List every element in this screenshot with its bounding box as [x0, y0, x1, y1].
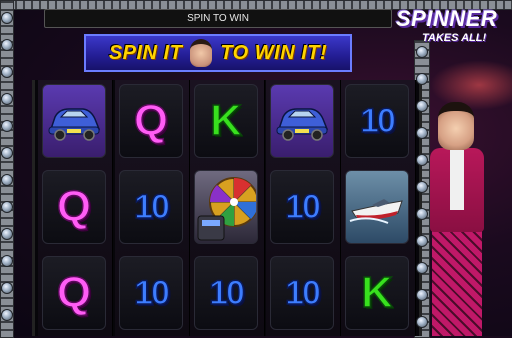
stage-bulb	[416, 262, 428, 274]
stage-bulb	[1, 201, 13, 213]
reel-grid: Q Q Q 10 10 K 10 10 10 10 K	[32, 80, 422, 336]
stage-bulb	[1, 174, 13, 186]
symbol-label: 10	[133, 274, 170, 312]
reel-5: 10 K	[341, 80, 416, 336]
symbol-q: Q	[42, 256, 106, 330]
symbol-label: Q	[56, 268, 92, 317]
car-icon	[270, 84, 334, 158]
stage-bulb	[416, 235, 428, 247]
speedboat-icon	[345, 170, 409, 244]
car-icon	[42, 84, 106, 158]
game-logo: SPINNER TAKES ALL!	[394, 6, 510, 56]
stage-bulb	[1, 120, 13, 132]
symbol-q: Q	[42, 170, 106, 244]
symbol-label: Q	[133, 96, 169, 145]
status-message: SPIN TO WIN	[44, 9, 392, 28]
stage-bulb	[1, 255, 13, 267]
symbol-10: 10	[194, 256, 258, 330]
symbol-10: 10	[270, 170, 334, 244]
stage-bulb	[1, 39, 13, 51]
symbol-q: Q	[119, 84, 183, 158]
symbol-label: 10	[284, 188, 321, 226]
logo-subtitle: TAKES ALL!	[422, 32, 487, 44]
symbol-label: 10	[359, 102, 396, 140]
stage-bulb	[416, 289, 428, 301]
symbol-label: Q	[56, 182, 92, 231]
stage-bulb	[1, 93, 13, 105]
stage-bulb	[416, 127, 428, 139]
stage-bulb	[416, 316, 428, 328]
host-head	[438, 102, 474, 150]
reel-4: 10 10	[266, 80, 341, 336]
stage-bulb	[1, 12, 13, 24]
game-host-character	[424, 98, 512, 336]
reel-2: Q 10 10	[115, 80, 190, 336]
symbol-label: 10	[284, 274, 321, 312]
stage-bulb	[416, 154, 428, 166]
stage-bulb	[416, 46, 428, 58]
stage-bulb	[416, 181, 428, 193]
stage-bulb	[1, 147, 13, 159]
symbol-k: K	[345, 256, 409, 330]
stage-bulb	[1, 309, 13, 321]
symbol-k: K	[194, 84, 258, 158]
symbol-10: 10	[119, 256, 183, 330]
symbol-10: 10	[345, 84, 409, 158]
stage-bulb	[416, 73, 428, 85]
prize-wheel-icon	[194, 170, 258, 244]
host-shirt	[450, 150, 464, 210]
symbol-10: 10	[270, 256, 334, 330]
stage-bulb	[1, 66, 13, 78]
host-face-icon	[190, 39, 213, 67]
symbol-label: K	[360, 268, 393, 317]
stage-bulb	[1, 282, 13, 294]
stage-bulb	[416, 208, 428, 220]
stage-bulb	[1, 228, 13, 240]
banner-left-text: SPIN IT	[108, 41, 183, 64]
reel-3: K 10	[190, 80, 265, 336]
symbol-label: 10	[133, 188, 170, 226]
host-legs	[432, 230, 482, 336]
symbol-10: 10	[119, 170, 183, 244]
symbol-label: 10	[208, 274, 245, 312]
symbol-label: K	[209, 96, 242, 145]
banner-right-text: TO WIN IT!	[220, 41, 328, 64]
logo-title: SPINNER	[396, 6, 498, 31]
title-banner: SPIN IT TO WIN IT!	[84, 34, 352, 72]
reel-1: QQ	[38, 80, 113, 336]
stage-bulb	[416, 100, 428, 112]
